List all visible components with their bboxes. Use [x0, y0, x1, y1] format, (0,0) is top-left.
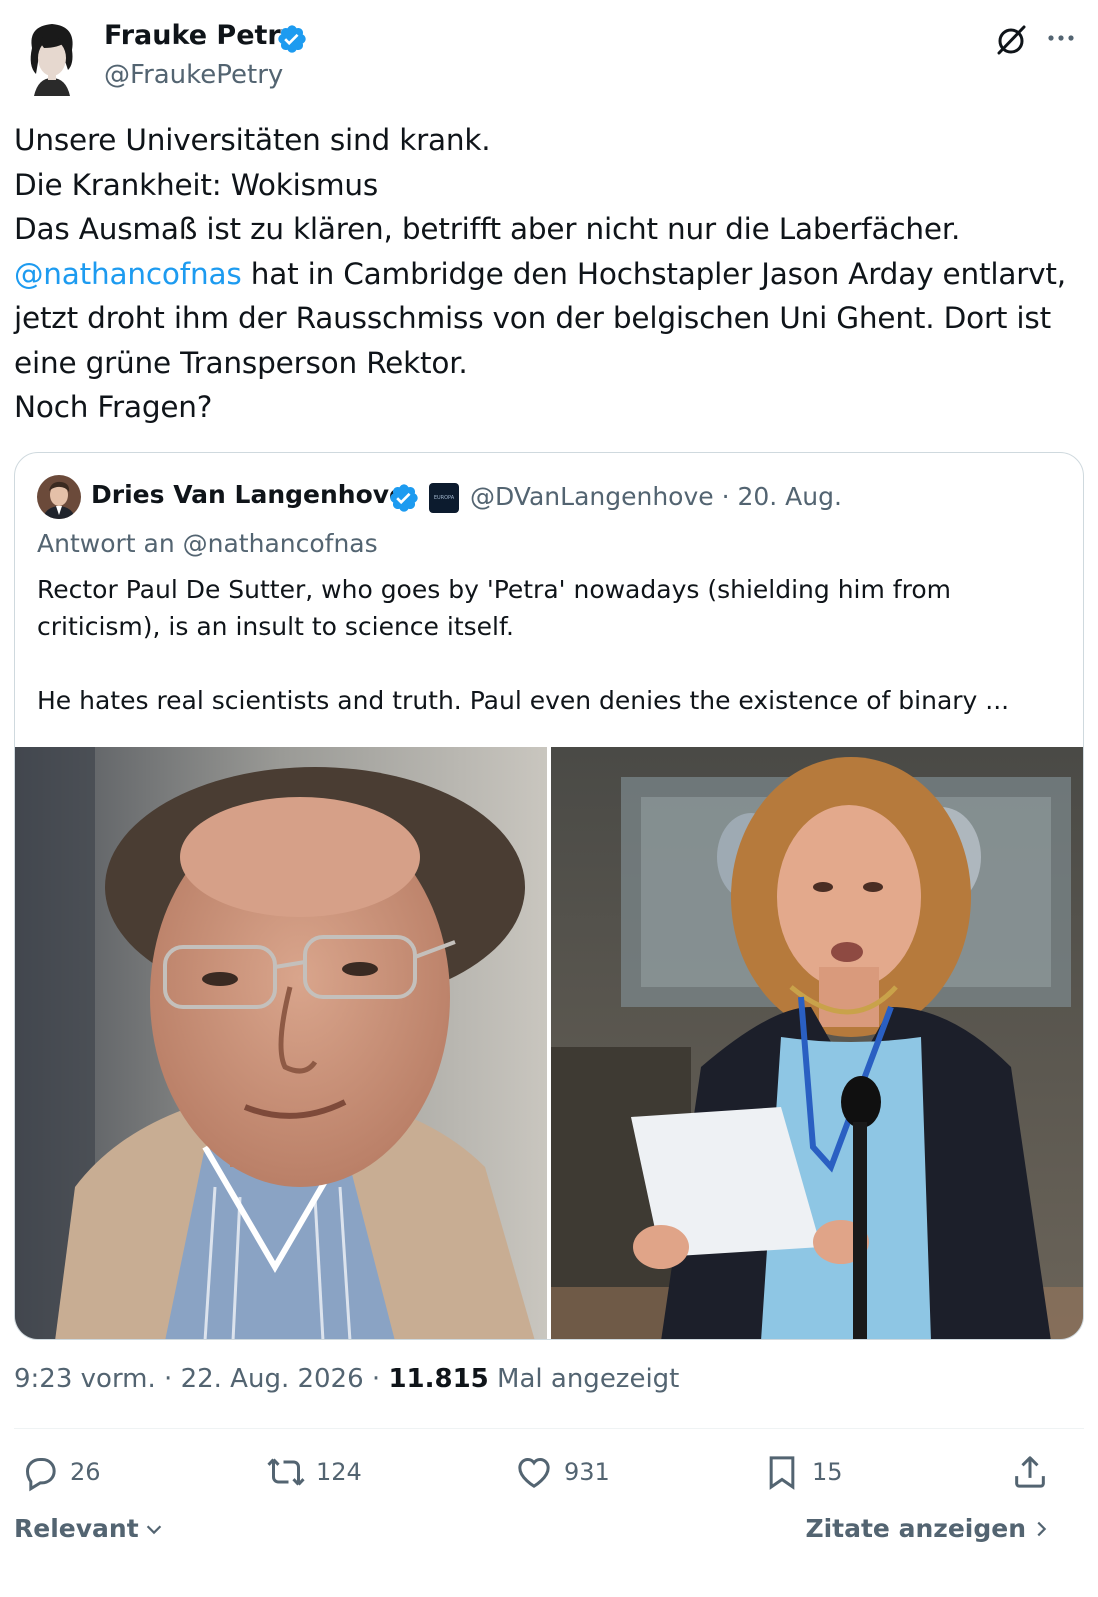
quote-author-name[interactable]: Dries Van Langenhove: [91, 480, 406, 509]
divider: [14, 1428, 1084, 1429]
grok-icon[interactable]: [993, 22, 1029, 58]
affiliate-label: EUROPA: [433, 495, 455, 501]
like-icon: [518, 1457, 550, 1488]
tweet-line: Das Ausmaß ist zu klären, betrifft aber …: [14, 212, 961, 246]
tweet-meta: 9:23 vorm. · 22. Aug. 2026 · 11.815 Mal …: [14, 1364, 679, 1394]
bookmark-count: 15: [812, 1458, 843, 1486]
tweet-line: jetzt droht ihm der Rausschmiss von der …: [14, 301, 1051, 335]
verified-badge-icon[interactable]: [388, 482, 420, 514]
sort-dropdown[interactable]: Relevant: [14, 1514, 165, 1543]
view-count: 11.815: [388, 1364, 489, 1394]
chevron-right-icon: [1037, 1521, 1047, 1536]
view-quotes-link[interactable]: Zitate anzeigen: [805, 1514, 1052, 1543]
view-label: Mal angezeigt: [488, 1364, 680, 1394]
author-name[interactable]: Frauke Petry: [104, 20, 298, 51]
share-icon: [1015, 1456, 1045, 1488]
repost-count: 124: [316, 1458, 362, 1486]
quote-image-woman[interactable]: [551, 747, 1083, 1339]
reply-count: 26: [70, 1458, 101, 1486]
tweet-line: eine grüne Transperson Rektor.: [14, 345, 468, 380]
verified-badge-icon[interactable]: [276, 23, 308, 55]
mention-link[interactable]: @nathancofnas: [14, 257, 242, 291]
quote-tweet-card[interactable]: Dries Van Langenhove EUROPA @DVanLangenh…: [14, 452, 1084, 1340]
quote-handle-date[interactable]: @DVanLangenhove · 20. Aug.: [470, 482, 842, 511]
tweet-line: @nathancofnas hat in Cambridge den Hochs…: [14, 252, 1084, 297]
author-avatar[interactable]: [18, 18, 86, 96]
quote-author-avatar[interactable]: [37, 475, 81, 519]
bookmark-button[interactable]: 15: [762, 1450, 843, 1494]
chevron-down-icon: [146, 1524, 161, 1534]
sort-label: Relevant: [14, 1514, 139, 1543]
tweet-line: Noch Fragen?: [14, 390, 213, 424]
share-button[interactable]: [1010, 1450, 1060, 1494]
repost-button[interactable]: 124: [266, 1450, 362, 1494]
quote-line: criticism), is an insult to science itse…: [37, 612, 514, 641]
tweet-time-date[interactable]: 9:23 vorm. · 22. Aug. 2026 ·: [14, 1364, 388, 1394]
quote-line: He hates real scientists and truth. Paul…: [37, 686, 1010, 715]
quotes-label: Zitate anzeigen: [805, 1514, 1026, 1543]
repost-icon: [267, 1458, 305, 1486]
affiliate-badge-icon[interactable]: EUROPA: [429, 483, 459, 513]
tweet-line-rest: hat in Cambridge den Hochstapler Jason A…: [241, 256, 1066, 291]
author-handle[interactable]: @FraukePetry: [104, 60, 283, 90]
quote-line: Rector Paul De Sutter, who goes by 'Petr…: [37, 575, 951, 604]
quote-text: Rector Paul De Sutter, who goes by 'Petr…: [37, 571, 1067, 719]
reply-button[interactable]: 26: [20, 1450, 101, 1494]
more-icon[interactable]: [1046, 26, 1076, 50]
bookmark-icon: [769, 1456, 795, 1490]
like-count: 931: [564, 1458, 610, 1486]
quote-image-man[interactable]: [15, 747, 547, 1339]
tweet-text: Unsere Universitäten sind krank. Die Kra…: [14, 118, 1084, 430]
like-button[interactable]: 931: [514, 1450, 610, 1494]
tweet-line: Die Krankheit: Wokismus: [14, 167, 379, 202]
reply-icon: [25, 1458, 56, 1492]
tweet-line: Unsere Universitäten sind krank.: [14, 123, 491, 157]
quote-reply-to: Antwort an @nathancofnas: [37, 529, 378, 558]
